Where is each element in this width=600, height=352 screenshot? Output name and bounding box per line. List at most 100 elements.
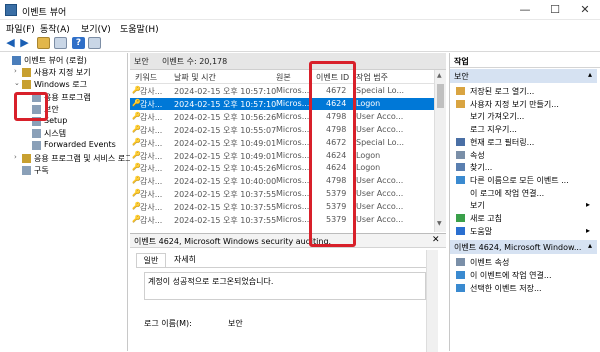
- column-keyword[interactable]: 키워드: [135, 72, 157, 83]
- column-header-row: 키워드 날짜 및 시간 원본 이벤트 ID 작업 범주: [130, 70, 434, 84]
- help-icon[interactable]: ?: [72, 37, 85, 49]
- event-row[interactable]: 🔑 감사... 2024-02-15 오후 10:37:55 Micros... 537…: [130, 214, 434, 227]
- event-row[interactable]: 🔑 감사... 2024-02-15 오후 10:56:26 Micros... 479…: [130, 111, 434, 124]
- event-row[interactable]: 🔑 감사... 2024-02-15 오후 10:37:55 Micros... 537…: [130, 201, 434, 214]
- action-item[interactable]: 로그 지우기...: [454, 123, 596, 136]
- tree-item[interactable]: 시스템: [0, 128, 128, 140]
- event-list-scrollbar[interactable]: ▲ ▼: [434, 70, 446, 232]
- action-item[interactable]: 도움말 ▸: [454, 225, 596, 238]
- detail-close-icon[interactable]: ✕: [432, 235, 440, 245]
- collapse-icon[interactable]: ▴: [588, 241, 592, 250]
- submenu-arrow-icon: ▸: [586, 200, 591, 210]
- actions-section-event[interactable]: 이벤트 4624, Microsoft Window... ▴: [450, 240, 597, 255]
- cell-kw: 감사...: [140, 138, 163, 148]
- event-row[interactable]: 🔑 감사... 2024-02-15 오후 10:57:10 Micros... 467…: [130, 85, 434, 98]
- menu-file[interactable]: 파일(F): [6, 22, 35, 35]
- tree-item[interactable]: Forwarded Events: [0, 140, 128, 152]
- log-name-value: 보안: [228, 319, 243, 328]
- cell-src: Micros...: [276, 150, 310, 160]
- event-row[interactable]: 🔑 감사... 2024-02-15 오후 10:49:01 Micros... 462…: [130, 150, 434, 163]
- action-item[interactable]: 현재 로그 필터링...: [454, 136, 596, 149]
- tree-item[interactable]: 구독: [0, 165, 128, 177]
- event-viewer-app-icon: [5, 4, 17, 16]
- action-item[interactable]: 이 로그에 작업 연결...: [454, 187, 596, 200]
- tree-item[interactable]: › 사용자 지정 보기: [0, 67, 128, 79]
- title-bar: 이벤트 뷰어 — ☐ ✕: [0, 0, 600, 20]
- expand-icon[interactable]: ›: [14, 67, 17, 75]
- action-icon: [456, 163, 465, 172]
- cell-src: Micros...: [276, 163, 310, 173]
- column-datetime[interactable]: 날짜 및 시간: [174, 72, 216, 83]
- tab-general[interactable]: 일반: [136, 253, 166, 267]
- cell-dt: 2024-02-15 오후 10:37:55: [174, 216, 277, 225]
- tab-details[interactable]: 자세히: [168, 253, 202, 267]
- tree-item[interactable]: ⌄ Windows 로그: [0, 79, 128, 91]
- action-item[interactable]: 보기 가져오기...: [454, 110, 596, 123]
- action-icon: [456, 99, 465, 108]
- cell-cat: Logon: [356, 150, 381, 160]
- action-item[interactable]: 다른 이름으로 모든 이벤트 ...: [454, 174, 596, 187]
- cell-kw: 감사...: [140, 177, 163, 187]
- action-label: 다른 이름으로 모든 이벤트 ...: [470, 175, 569, 185]
- action-item[interactable]: 보기 ▸: [454, 199, 596, 212]
- cell-cat: Special Lo...: [356, 86, 405, 95]
- action-icon: [456, 150, 465, 159]
- column-source[interactable]: 원본: [276, 72, 291, 83]
- actions-section-security[interactable]: 보안 ▴: [450, 69, 597, 83]
- show-action-pane-icon[interactable]: [88, 37, 101, 49]
- cell-kw: 감사...: [140, 164, 163, 174]
- action-item[interactable]: 속성: [454, 149, 596, 162]
- detail-scrollbar[interactable]: [426, 250, 438, 352]
- back-icon[interactable]: ◀: [4, 37, 17, 49]
- maximize-button[interactable]: ☐: [540, 0, 570, 20]
- action-item[interactable]: 사용자 지정 보기 만들기...: [454, 98, 596, 111]
- menu-help[interactable]: 도움말(H): [120, 22, 159, 35]
- tree-node-icon: [32, 129, 41, 139]
- event-row[interactable]: 🔑 감사... 2024-02-15 오후 10:40:00 Micros... 479…: [130, 175, 434, 188]
- action-label: 사용자 지정 보기 만들기...: [470, 99, 559, 109]
- forward-icon[interactable]: ▶: [18, 37, 31, 49]
- folder-up-icon[interactable]: [37, 37, 50, 49]
- menu-view[interactable]: 보기(V): [81, 22, 111, 35]
- cell-kw: 감사...: [140, 151, 163, 161]
- cell-cat: Logon: [356, 98, 381, 108]
- show-hide-tree-icon[interactable]: [54, 37, 67, 49]
- event-row[interactable]: 🔑 감사... 2024-02-15 오후 10:37:55 Micros... 537…: [130, 188, 434, 201]
- event-row[interactable]: 🔑 감사... 2024-02-15 오후 10:49:01 Micros... 467…: [130, 137, 434, 150]
- action-item[interactable]: 이 이벤트에 작업 연결...: [454, 269, 596, 282]
- close-button[interactable]: ✕: [570, 0, 600, 20]
- column-task-category[interactable]: 작업 범주: [356, 72, 388, 83]
- cell-src: Micros...: [276, 189, 310, 199]
- menu-action[interactable]: 동작(A): [40, 22, 70, 35]
- action-label: 이 로그에 작업 연결...: [470, 188, 545, 198]
- cell-src: Micros...: [276, 98, 310, 108]
- event-list-pane: 보안 이벤트 수: 20,178 키워드 날짜 및 시간 원본 이벤트 ID 작…: [130, 53, 446, 352]
- highlight-event-id-column: [309, 61, 356, 247]
- expand-icon[interactable]: ›: [14, 153, 17, 161]
- action-label: 선택한 이벤트 저장...: [470, 283, 542, 293]
- event-row[interactable]: 🔑 감사... 2024-02-15 오후 10:57:10 Micros... 462…: [130, 97, 434, 111]
- action-label: 이 이벤트에 작업 연결...: [470, 271, 552, 281]
- tree-item[interactable]: 이벤트 뷰어 (로컬): [0, 55, 128, 67]
- event-count: 이벤트 수: 20,178: [162, 57, 228, 66]
- event-row[interactable]: 🔑 감사... 2024-02-15 오후 10:55:07 Micros... 479…: [130, 124, 434, 137]
- tree-node-icon: [22, 153, 31, 163]
- tree-item-label: Windows 로그: [34, 80, 87, 90]
- action-item[interactable]: 선택한 이벤트 저장...: [454, 282, 596, 295]
- collapse-icon[interactable]: ▴: [588, 70, 592, 79]
- action-item[interactable]: 이벤트 속성: [454, 256, 596, 269]
- cell-dt: 2024-02-15 오후 10:37:55: [174, 203, 277, 213]
- event-row[interactable]: 🔑 감사... 2024-02-15 오후 10:45:26 Micros... 462…: [130, 162, 434, 175]
- tree-node-icon: [32, 141, 41, 151]
- cell-src: Micros...: [276, 86, 310, 95]
- log-header: 보안 이벤트 수: 20,178: [130, 53, 446, 70]
- action-item[interactable]: 새로 고침: [454, 212, 596, 225]
- cell-src: Micros...: [276, 215, 310, 224]
- action-item[interactable]: 저장된 로그 열기...: [454, 85, 596, 98]
- minimize-button[interactable]: —: [510, 0, 540, 20]
- cell-dt: 2024-02-15 오후 10:49:01: [174, 138, 277, 148]
- expand-icon[interactable]: ⌄: [14, 79, 20, 87]
- tree-item[interactable]: › 응용 프로그램 및 서비스 로그: [0, 153, 133, 165]
- action-item[interactable]: 찾기...: [454, 161, 596, 174]
- cell-cat: User Acco...: [356, 124, 404, 134]
